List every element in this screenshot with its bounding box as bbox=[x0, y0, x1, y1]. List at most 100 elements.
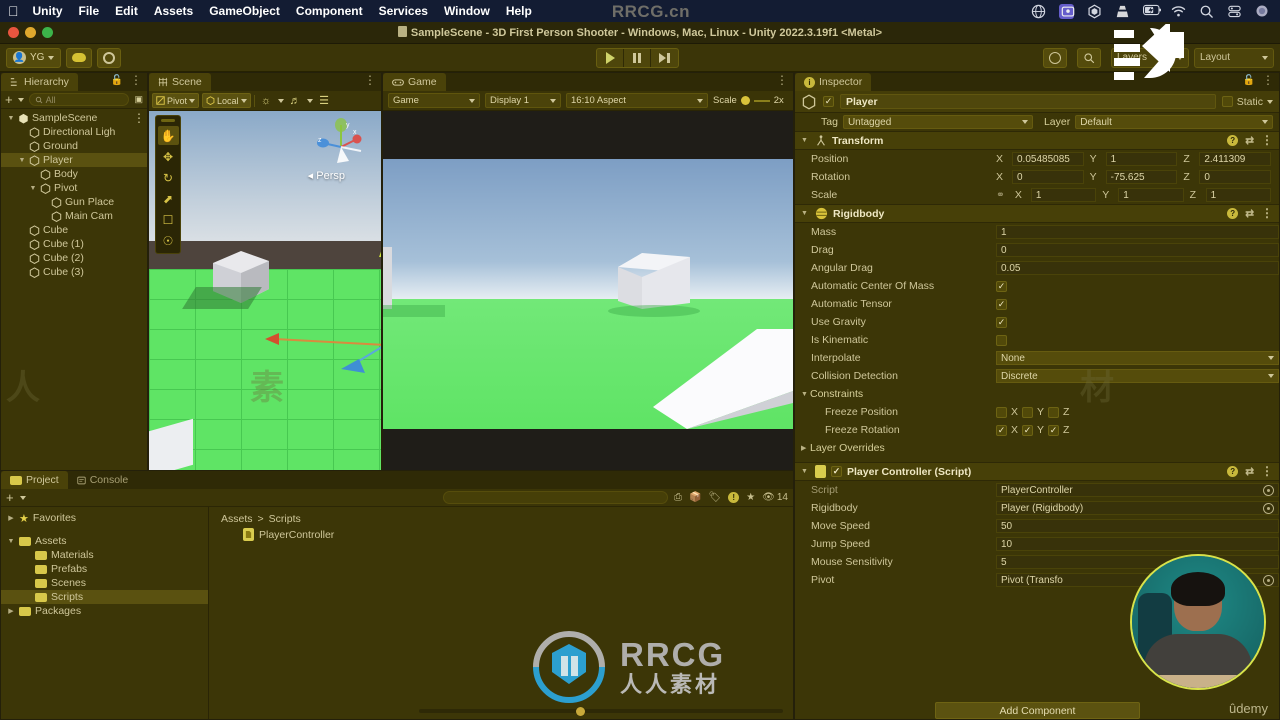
rotate-tool-button[interactable]: ↻ bbox=[158, 168, 179, 187]
component-header-player-controller-script[interactable]: ▼ Player Controller (Script)? ⇄ ⋮ bbox=[795, 462, 1279, 481]
kebab-icon[interactable]: ⋮ bbox=[1261, 465, 1273, 477]
chevron-down-icon[interactable] bbox=[19, 495, 26, 500]
breadcrumb-item-scripts[interactable]: Scripts bbox=[269, 513, 301, 525]
axis-checkbox-x[interactable] bbox=[996, 424, 1007, 436]
unity-hub-icon[interactable] bbox=[1087, 4, 1102, 19]
slider-thumb[interactable] bbox=[740, 96, 750, 105]
chevron-down-icon[interactable] bbox=[1267, 99, 1273, 104]
hierarchy-filter-icon[interactable]: ▣ bbox=[134, 94, 143, 105]
axis-checkbox-z[interactable] bbox=[1048, 406, 1060, 418]
field-rigidbody[interactable]: Rigidbody Player (Rigidbody) bbox=[795, 499, 1279, 517]
field-dropdown[interactable]: Discrete bbox=[996, 369, 1279, 383]
kebab-icon[interactable]: ⋮ bbox=[1262, 74, 1274, 86]
menu-file[interactable]: File bbox=[79, 4, 100, 18]
project-asset-list[interactable]: PlayerController bbox=[209, 526, 793, 543]
breadcrumb-item-assets[interactable]: Assets bbox=[221, 513, 253, 525]
play-button[interactable] bbox=[597, 49, 624, 67]
history-button[interactable] bbox=[1043, 47, 1067, 68]
disclosure-triangle[interactable]: ▶ bbox=[801, 444, 810, 452]
plus-icon[interactable]: + bbox=[6, 491, 14, 504]
transform-tool-button[interactable]: ☉ bbox=[158, 231, 179, 250]
project-folder-materials[interactable]: Materials bbox=[1, 548, 208, 562]
vlc-icon[interactable] bbox=[1115, 4, 1130, 19]
field-automatic-center-of-mass[interactable]: Automatic Center Of Mass bbox=[795, 277, 1279, 295]
tag-dropdown[interactable]: Untagged bbox=[842, 115, 1033, 129]
value-x[interactable]: 1 bbox=[1030, 188, 1097, 202]
project-folder-scenes[interactable]: Scenes bbox=[1, 576, 208, 590]
hierarchy-item-ground[interactable]: Ground bbox=[1, 139, 147, 153]
object-enabled-checkbox[interactable] bbox=[823, 96, 834, 107]
axis-checkbox-y[interactable] bbox=[1022, 424, 1034, 436]
kebab-icon[interactable]: ⋮ bbox=[133, 112, 145, 124]
field-is-kinematic[interactable]: Is Kinematic bbox=[795, 331, 1279, 349]
wifi-icon[interactable] bbox=[1171, 4, 1186, 19]
breadcrumb[interactable]: Assets > Scripts bbox=[209, 511, 793, 526]
hierarchy-item-gun-place[interactable]: Gun Place bbox=[1, 195, 147, 209]
object-picker-icon[interactable] bbox=[1263, 484, 1274, 496]
field-angular-drag[interactable]: Angular Drag 0.05 bbox=[795, 259, 1279, 277]
hierarchy-item-samplescene[interactable]: ▼ SampleScene ⋮ bbox=[1, 111, 147, 125]
vector3-field[interactable]: X 0.05485085 Y 1 Z 2.411309 bbox=[996, 152, 1279, 166]
menu-window[interactable]: Window bbox=[444, 4, 490, 18]
tab-console[interactable]: Console bbox=[68, 471, 138, 489]
vector3-field[interactable]: X 0 Y -75.625 Z 0 bbox=[996, 170, 1279, 184]
menu-help[interactable]: Help bbox=[506, 4, 532, 18]
value-z[interactable]: 1 bbox=[1205, 188, 1271, 202]
game-mode-dropdown[interactable]: Game bbox=[388, 93, 480, 108]
kebab-icon[interactable]: ⋮ bbox=[364, 74, 376, 86]
field-scale[interactable]: Scale ⚭ X 1 Y 1 Z 1 bbox=[795, 186, 1279, 204]
hierarchy-item-directional-ligh[interactable]: Directional Ligh bbox=[1, 125, 147, 139]
field-constraints[interactable]: ▼ Constraints bbox=[795, 385, 1279, 403]
hierarchy-search-input[interactable]: All bbox=[28, 93, 130, 106]
field-checkbox[interactable] bbox=[996, 298, 1007, 310]
hierarchy-item-player[interactable]: ▼ Player bbox=[1, 153, 147, 167]
apple-icon[interactable]:  bbox=[8, 4, 19, 18]
hierarchy-item-pivot[interactable]: ▼ Pivot bbox=[1, 181, 147, 195]
disclosure-triangle[interactable]: ▼ bbox=[7, 538, 15, 545]
project-folder-assets[interactable]: ▼ Assets bbox=[1, 534, 208, 548]
field-value[interactable]: 50 bbox=[996, 519, 1279, 533]
value-y[interactable]: 1 bbox=[1118, 188, 1184, 202]
field-rotation[interactable]: Rotation X 0 Y -75.625 Z 0 bbox=[795, 168, 1279, 186]
kebab-icon[interactable]: ⋮ bbox=[1261, 134, 1273, 146]
tab-hierarchy[interactable]: Hierarchy bbox=[1, 73, 78, 91]
disclosure-triangle[interactable]: ▼ bbox=[801, 468, 810, 475]
field-jump-speed[interactable]: Jump Speed 10 bbox=[795, 535, 1279, 553]
tab-game[interactable]: Game bbox=[383, 73, 446, 91]
static-checkbox[interactable] bbox=[1221, 96, 1233, 107]
cloud-button[interactable] bbox=[66, 47, 93, 68]
object-reference-field[interactable]: PlayerController bbox=[996, 483, 1279, 497]
layout-dropdown[interactable]: Layout bbox=[1194, 47, 1274, 68]
tab-inspector[interactable]: i Inspector bbox=[795, 73, 872, 91]
component-header-transform[interactable]: ▼ Transform? ⇄ ⋮ bbox=[795, 131, 1279, 150]
account-button[interactable]: 👤 YG bbox=[6, 47, 62, 68]
value-x[interactable]: 0.05485085 bbox=[1012, 152, 1084, 166]
tab-project[interactable]: Project bbox=[1, 471, 68, 489]
field-value[interactable]: 10 bbox=[996, 537, 1279, 551]
axis-checkbox-z[interactable] bbox=[1048, 424, 1060, 436]
axis-checkbox-y[interactable] bbox=[1022, 406, 1034, 418]
scene-lighting-toggle[interactable]: ☼ bbox=[258, 93, 275, 108]
hierarchy-item-body[interactable]: Body bbox=[1, 167, 147, 181]
field-collision-detection[interactable]: Collision Detection Discrete bbox=[795, 367, 1279, 385]
component-enabled-checkbox[interactable] bbox=[831, 466, 842, 477]
scene-perspective-label[interactable]: ◂ Persp bbox=[308, 169, 345, 182]
preset-icon[interactable]: ⇄ bbox=[1245, 208, 1254, 220]
star-icon[interactable]: ★ bbox=[746, 492, 755, 503]
warning-count-badge[interactable]: 👁 14 bbox=[762, 492, 788, 503]
asset-item[interactable]: PlayerController bbox=[209, 526, 793, 543]
menu-gameobject[interactable]: GameObject bbox=[209, 4, 280, 18]
help-icon[interactable]: ? bbox=[1227, 466, 1239, 477]
project-search-input[interactable] bbox=[443, 491, 669, 504]
menu-unity[interactable]: Unity bbox=[33, 4, 63, 18]
project-folder-favorites[interactable]: ▶ ★ Favorites bbox=[1, 511, 208, 525]
project-horizontal-scrollbar[interactable] bbox=[419, 707, 783, 716]
field-layer-overrides[interactable]: ▶ Layer Overrides bbox=[795, 439, 1279, 457]
rect-tool-button[interactable]: ☐ bbox=[158, 210, 179, 229]
local-dropdown[interactable]: Local bbox=[202, 93, 251, 108]
value-y[interactable]: 1 bbox=[1105, 152, 1178, 166]
save-search-icon[interactable]: ⎙ bbox=[674, 492, 682, 503]
scene-fx-toggle[interactable]: ☰ bbox=[316, 93, 333, 108]
disclosure-triangle[interactable]: ▶ bbox=[7, 607, 15, 615]
step-button[interactable] bbox=[651, 49, 678, 67]
